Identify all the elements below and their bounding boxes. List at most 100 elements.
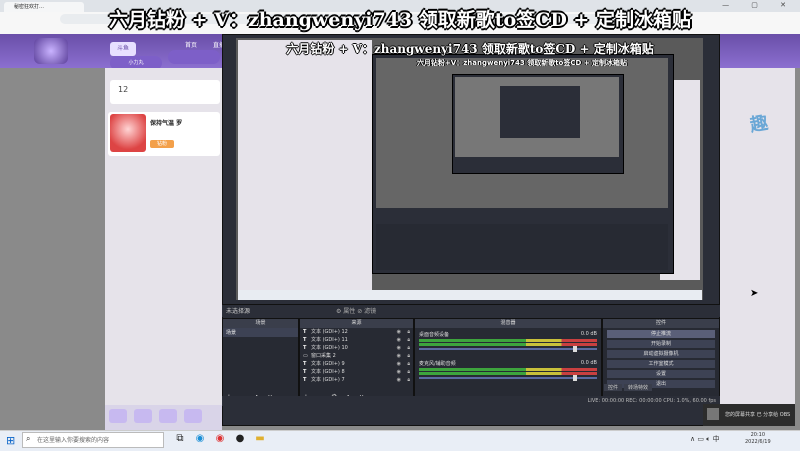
source-label: 文本 (GDI+) 7 [311,377,345,383]
subtab-other[interactable] [167,50,220,64]
controls-title: 控件 [603,319,719,328]
nested-obs-capture-3 [500,86,580,138]
overlay-banner: 六月钻粉 + V：zhangwenyi743 领取新歌to签CD + 定制冰箱贴 [109,9,691,31]
volume-meter [419,372,597,375]
controls-dock: 控件 停止推流 开始录制 启动虚拟摄像机 工作室模式 设置 退出 [602,318,720,404]
volume-meter [419,339,597,342]
lock-icon[interactable]: 🔒︎ [407,352,410,360]
properties-filters-buttons[interactable]: ⚙ 属性 ⊘ 滤镜 [336,306,376,315]
profile-name: 保持气温 罗 [150,120,183,127]
notification-text: 您的屏幕共享 已 分享给 OBS [725,412,791,418]
start-recording-button[interactable]: 开始录制 [607,340,715,348]
scenes-dock: 场景 场景 + − ∧ ∨ [222,318,299,404]
settings-button[interactable]: 设置 [607,370,715,378]
volume-slider[interactable] [419,375,597,381]
scenes-title: 场景 [223,319,298,328]
studio-mode-button[interactable]: 工作室模式 [607,360,715,368]
obs-source-toolbar [222,304,720,317]
obs-icon[interactable]: ● [230,433,250,444]
source-item[interactable]: T 文本 (GDI+) 7 ◉ 🔒︎ [300,376,413,384]
lock-icon[interactable]: 🔒︎ [407,360,410,368]
scene-item[interactable]: 场景 [223,328,298,337]
sources-dock: 来源 T 文本 (GDI+) 12 ◉ 🔒︎ T 文本 (GDI+) 11 ◉ 🔒︎ T 文本… [299,318,414,404]
source-label: 窗口采集 2 [311,353,336,359]
source-item[interactable]: T 文本 (GDI+) 12 ◉ 🔒︎ [300,328,413,336]
source-item[interactable]: ▭ 窗口采集 2 ◉ 🔒︎ [300,352,413,360]
lock-icon[interactable]: 🔒︎ [407,328,410,336]
eye-icon[interactable]: ◉ [397,360,401,368]
track-db: 0.0 dB [580,360,597,366]
clock-time: 20:10 [750,432,766,438]
site-logo[interactable] [34,38,68,64]
windows-start-icon[interactable]: ⊞ [6,434,15,447]
source-label: 文本 (GDI+) 9 [311,361,345,367]
source-label: 文本 (GDI+) 11 [311,337,348,343]
slider-handle[interactable] [573,375,577,381]
search-icon: ⌕ [26,434,31,443]
edge-icon[interactable]: ◉ [190,433,210,444]
lock-icon[interactable]: 🔒︎ [407,368,410,376]
virtual-camera-button[interactable]: 启动虚拟摄像机 [607,350,715,358]
app-icon [707,408,719,420]
gift-item[interactable] [184,409,202,423]
task-view-icon[interactable]: ⧉ [170,433,190,444]
source-item[interactable]: T 文本 (GDI+) 8 ◉ 🔒︎ [300,368,413,376]
tab-transitions[interactable]: 转场特效 [624,384,653,391]
volume-meter [419,368,597,371]
source-item[interactable]: T 文本 (GDI+) 11 ◉ 🔒︎ [300,336,413,344]
nested-obs-docks [376,224,668,270]
clock-date: 2022/6/19 [745,439,771,445]
system-tray[interactable]: ∧ ▭ 🔈︎ 中 [690,434,720,444]
mixer-title: 混音器 [415,319,601,328]
slider-handle[interactable] [573,346,577,352]
eye-icon[interactable]: ◉ [397,344,401,352]
taskbar-apps: ⧉ ◉ ◉ ● ▬ [170,433,270,444]
stat-card: 12 [110,80,220,104]
volume-slider[interactable] [419,346,597,352]
no-source-label: 未选择源 [226,308,251,315]
gift-strip [105,405,222,430]
gift-item[interactable] [159,409,177,423]
taskbar-search-input[interactable]: 在这里输入你要搜索的内容 [22,432,164,448]
taskbar-clock[interactable]: 20:10 2022/6/19 [745,432,771,446]
overlay-banner-preview: 六月钻粉 + V：zhangwenyi743 领取新歌to签CD + 定制冰箱贴 [286,42,654,56]
text-source-icon: T [303,345,307,351]
window-capture-icon: ▭ [303,353,308,359]
overlay-banner-nested: 六月钻粉+V：zhangwenyi743 领取新歌to签CD + 定制冰箱贴 [416,59,628,67]
eye-icon[interactable]: ◉ [397,336,401,344]
source-item[interactable]: T 文本 (GDI+) 10 ◉ 🔒︎ [300,344,413,352]
dock-tabs: 控件 转场特效 [604,384,654,391]
stop-streaming-button[interactable]: 停止推流 [607,330,715,338]
chrome-icon[interactable]: ◉ [210,433,230,444]
eye-icon[interactable]: ◉ [397,328,401,336]
lock-icon[interactable]: 🔒︎ [407,344,410,352]
text-source-icon: T [303,369,307,375]
subtabs: 小力丸 [110,50,230,70]
track-name: 麦克风/辅助音频 [419,361,456,367]
text-source-icon: T [303,337,307,343]
folder-icon[interactable]: ▬ [250,433,270,444]
source-label: 文本 (GDI+) 10 [311,345,348,351]
eye-icon[interactable]: ◉ [397,376,401,384]
eye-icon[interactable]: ◉ [397,368,401,376]
profile-badge: 钻粉 [150,140,174,148]
gift-item[interactable] [134,409,152,423]
source-label: 文本 (GDI+) 12 [311,329,348,335]
tab-controls[interactable]: 控件 [604,384,623,391]
track-name: 桌面音频设备 [419,332,450,338]
lock-icon[interactable]: 🔒︎ [407,376,410,384]
gift-item[interactable] [109,409,127,423]
eye-icon[interactable]: ◉ [397,352,401,360]
track-db: 0.0 dB [580,331,597,337]
avatar[interactable] [110,114,146,152]
text-source-icon: T [303,377,307,383]
preview-site-panel [238,40,372,298]
nav-item-home[interactable]: 首页 [185,42,197,49]
mouse-cursor-icon: ➤ [750,288,759,299]
source-label: 文本 (GDI+) 8 [311,369,345,375]
source-item[interactable]: T 文本 (GDI+) 9 ◉ 🔒︎ [300,360,413,368]
text-source-icon: T [303,361,307,367]
preview-taskbar [238,290,702,300]
lock-icon[interactable]: 🔒︎ [407,336,410,344]
stat-number: 12 [118,85,129,94]
